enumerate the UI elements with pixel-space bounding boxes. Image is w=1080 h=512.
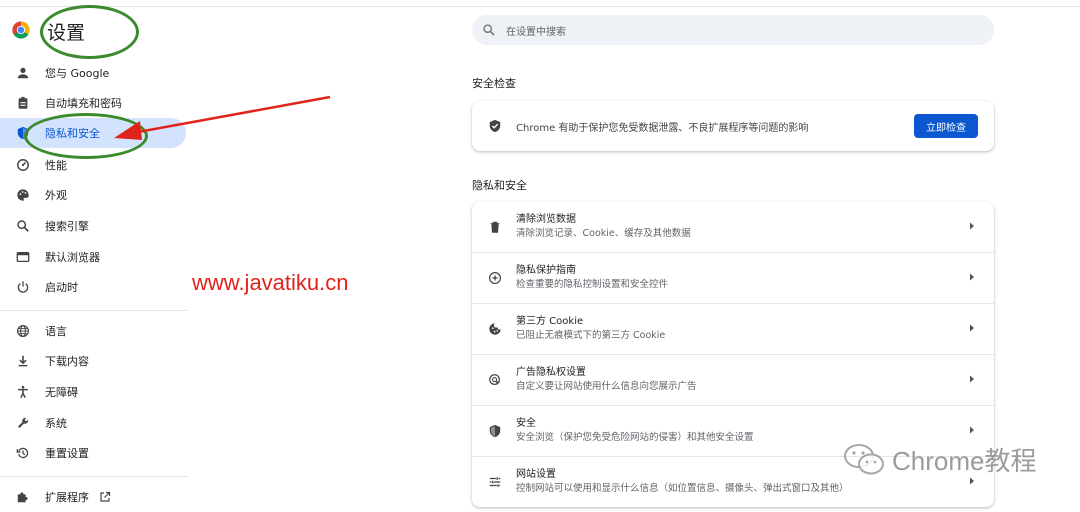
wechat-watermark: Chrome教程 bbox=[842, 441, 1036, 478]
safety-check-row: Chrome 有助于保护您免受数据泄露、不良扩展程序等问题的影响 立即检查 bbox=[472, 101, 994, 151]
search-icon bbox=[15, 218, 31, 234]
sidebar-item-performance[interactable]: 性能 bbox=[0, 150, 186, 180]
sidebar-divider bbox=[0, 476, 188, 477]
sidebar-item-label: 无障碍 bbox=[45, 386, 78, 399]
privacy-section-title: 隐私和安全 bbox=[472, 179, 527, 192]
sidebar-item-label: 语言 bbox=[45, 325, 67, 338]
sidebar-item-label: 外观 bbox=[45, 189, 67, 202]
palette-icon bbox=[15, 187, 31, 203]
sidebar-item-label: 重置设置 bbox=[45, 447, 89, 460]
history-icon bbox=[15, 445, 31, 461]
chevron-right-icon bbox=[970, 273, 974, 281]
power-icon bbox=[15, 279, 31, 295]
row-title: 第三方 Cookie bbox=[516, 316, 584, 327]
watermark-url: www.javatiku.cn bbox=[192, 270, 349, 295]
page-title: 设置 bbox=[47, 22, 86, 44]
sidebar-item-you-and-google[interactable]: 您与 Google bbox=[0, 58, 186, 88]
sidebar-item-default-browser[interactable]: 默认浏览器 bbox=[0, 242, 186, 272]
sidebar-item-label: 扩展程序 bbox=[45, 491, 89, 504]
sidebar-item-label: 性能 bbox=[45, 159, 67, 172]
shield-check-icon bbox=[489, 119, 501, 133]
sidebar-item-search-engine[interactable]: 搜索引擎 bbox=[0, 211, 186, 241]
wechat-logo-icon bbox=[844, 443, 884, 474]
ad-privacy-icon bbox=[488, 373, 502, 387]
speedometer-icon bbox=[15, 157, 31, 173]
chrome-logo-icon bbox=[12, 21, 30, 39]
chevron-right-icon bbox=[970, 324, 974, 332]
chevron-right-icon bbox=[970, 426, 974, 434]
sidebar-item-downloads[interactable]: 下载内容 bbox=[0, 346, 186, 376]
puzzle-icon bbox=[15, 489, 31, 505]
privacy-row-third-party-cookies[interactable]: 第三方 Cookie 已阻止无痕模式下的第三方 Cookie bbox=[472, 303, 994, 354]
globe-icon bbox=[15, 323, 31, 339]
download-icon bbox=[15, 353, 31, 369]
row-title: 广告隐私权设置 bbox=[516, 367, 586, 378]
safety-check-card: Chrome 有助于保护您免受数据泄露、不良扩展程序等问题的影响 立即检查 bbox=[472, 101, 994, 151]
search-field[interactable]: 在设置中搜索 bbox=[472, 15, 994, 45]
sidebar-item-label: 默认浏览器 bbox=[45, 251, 100, 264]
accessibility-icon bbox=[15, 384, 31, 400]
open-in-new-icon[interactable] bbox=[99, 491, 111, 503]
clipboard-icon bbox=[15, 95, 31, 111]
chevron-right-icon bbox=[970, 375, 974, 383]
cookie-icon bbox=[488, 322, 502, 336]
sidebar-item-label: 隐私和安全 bbox=[45, 127, 100, 140]
row-title: 安全 bbox=[516, 418, 536, 429]
sidebar-item-label: 启动时 bbox=[45, 281, 78, 294]
browser-icon bbox=[15, 249, 31, 265]
privacy-row-ad-privacy[interactable]: 广告隐私权设置自定义要让网站使用什么信息向您展示广告 bbox=[472, 354, 994, 405]
privacy-row-privacy-guide[interactable]: 隐私保护指南检查重要的隐私控制设置和安全控件 bbox=[472, 252, 994, 303]
row-subtitle: 自定义要让网站使用什么信息向您展示广告 bbox=[516, 381, 697, 392]
wechat-watermark-text: Chrome教程 bbox=[892, 446, 1037, 476]
wrench-icon bbox=[15, 415, 31, 431]
sidebar-item-accessibility[interactable]: 无障碍 bbox=[0, 377, 186, 407]
row-subtitle: 已阻止无痕模式下的第三方 Cookie bbox=[516, 330, 666, 341]
sidebar-item-on-startup[interactable]: 启动时 bbox=[0, 272, 186, 302]
tune-icon bbox=[488, 475, 502, 489]
search-placeholder: 在设置中搜索 bbox=[506, 26, 566, 38]
sidebar-item-label: 搜索引擎 bbox=[45, 220, 89, 233]
red-arrow-annotation bbox=[114, 95, 331, 140]
sidebar-item-reset-settings[interactable]: 重置设置 bbox=[0, 438, 186, 468]
sidebar-divider bbox=[0, 310, 188, 311]
row-title: 网站设置 bbox=[516, 469, 556, 480]
top-divider bbox=[0, 6, 1080, 7]
row-subtitle: 检查重要的隐私控制设置和安全控件 bbox=[516, 279, 669, 290]
privacy-row-clear-data[interactable]: 清除浏览数据清除浏览记录、Cookie、缓存及其他数据 bbox=[472, 202, 994, 252]
row-subtitle: 清除浏览记录、Cookie、缓存及其他数据 bbox=[516, 228, 691, 239]
search-icon bbox=[483, 24, 495, 36]
trash-icon bbox=[488, 220, 502, 234]
sidebar-item-label: 您与 Google bbox=[45, 67, 110, 80]
sidebar-item-label: 下载内容 bbox=[45, 355, 89, 368]
row-title: 清除浏览数据 bbox=[516, 214, 576, 225]
row-subtitle: 安全浏览（保护您免受危险网站的侵害）和其他安全设置 bbox=[516, 432, 754, 443]
row-title: 隐私保护指南 bbox=[516, 265, 576, 276]
security-shield-icon bbox=[488, 424, 502, 438]
chevron-right-icon bbox=[970, 222, 974, 230]
sidebar-item-extensions[interactable]: 扩展程序 bbox=[0, 482, 186, 512]
check-now-button[interactable]: 立即检查 bbox=[914, 114, 978, 138]
safety-check-description: Chrome 有助于保护您免受数据泄露、不良扩展程序等问题的影响 bbox=[516, 122, 809, 134]
row-subtitle: 控制网站可以使用和显示什么信息（如位置信息、摄像头、弹出式窗口及其他） bbox=[516, 483, 849, 494]
sidebar-item-label: 系统 bbox=[45, 417, 67, 430]
sidebar-item-system[interactable]: 系统 bbox=[0, 408, 186, 438]
person-icon bbox=[15, 65, 31, 81]
compass-icon bbox=[488, 271, 502, 285]
safety-check-title: 安全检查 bbox=[472, 77, 516, 90]
shield-icon bbox=[15, 125, 31, 141]
sidebar-item-languages[interactable]: 语言 bbox=[0, 316, 186, 346]
sidebar-item-appearance[interactable]: 外观 bbox=[0, 180, 186, 210]
